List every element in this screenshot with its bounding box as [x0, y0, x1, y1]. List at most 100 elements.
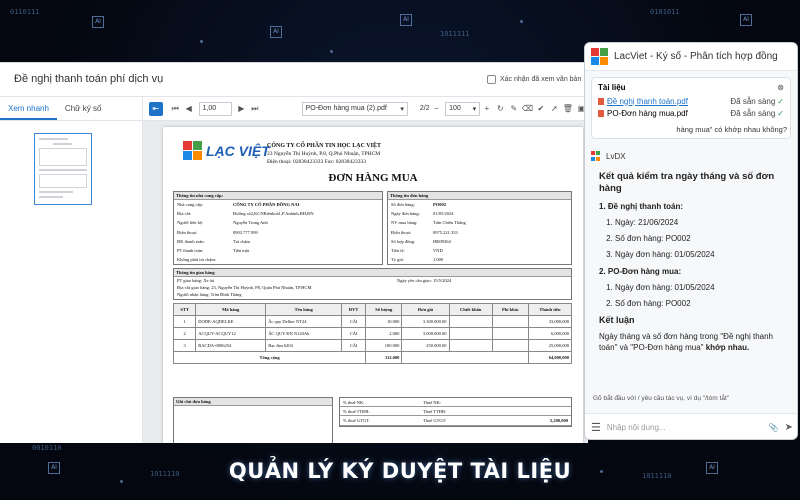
delete-icon[interactable]: 🗑 — [561, 102, 575, 116]
table-cell: CÁI — [341, 339, 367, 352]
delivery-date: Ngày yêu cầu giao: 15/5/2024 — [397, 278, 452, 283]
table-header-cell: Số lượng — [365, 303, 403, 316]
info-row: Số đơn hàng: PO002 — [388, 200, 571, 209]
last-page-icon[interactable]: ⏭ — [248, 102, 262, 116]
section2-title: 2. PO-Đơn hàng mua: — [599, 267, 682, 276]
table-cell: 3.000.000.00 — [401, 327, 450, 340]
table-cell: 1 — [172, 315, 197, 328]
tax-row: % thuế TTĐB: Thuế TTĐB: — [340, 407, 571, 417]
file-select[interactable]: PO-Đơn hàng mua (2).pdf ▾ — [301, 101, 408, 116]
info-value: VND — [433, 248, 443, 254]
company-name: CÔNG TY CỔ PHẦN TIN HỌC LẠC VIỆT — [267, 143, 381, 149]
table-row: 2 ACQUY-ACQUY12 ẮC QUY ĐN N120Ah CÁI 2.000 3.… — [172, 327, 573, 340]
author-name: LvDX — [606, 151, 626, 161]
notes-header: Ghi chú đơn hàng — [174, 398, 332, 406]
info-row: Số hợp đồng: HĐ09364 — [388, 237, 571, 246]
page-thumbnail[interactable] — [34, 133, 92, 205]
chat-input[interactable]: Nhập nội dung... — [607, 423, 763, 432]
next-page-icon[interactable]: ▶ — [235, 102, 249, 116]
table-cell: 10.000 — [365, 315, 403, 328]
confirm-viewed-checkbox[interactable]: Xác nhận đã xem văn bản — [487, 75, 581, 84]
info-row: Điện thoại: 0903.777.999 — [174, 228, 382, 237]
pen-icon[interactable]: ✎ — [507, 102, 521, 116]
input-hint: Gõ bắt đầu với / yêu cầu tác vụ, ví dụ "… — [593, 395, 730, 402]
conclusion-verdict: khớp nhau. — [705, 343, 750, 352]
document-item[interactable]: Đề nghị thanh toán.pdf Đã sẵn sàng ✓ — [598, 95, 784, 107]
total-qty: 112.000 — [365, 351, 403, 364]
collapse-sidebar-icon[interactable]: ⇤ — [149, 101, 163, 116]
answer-list-item: Ngày đơn hàng: 01/05/2024 — [615, 282, 789, 293]
chevron-down-icon: ▾ — [472, 105, 477, 113]
info-row: Người liên hệ: Nguyễn Trung Anh — [174, 218, 382, 227]
info-key: Điện thoại: — [177, 229, 198, 235]
table-header-cell: Mã hàng — [195, 303, 267, 316]
node-decoration — [520, 20, 523, 23]
tax-label: Thuế GTGT: — [423, 417, 447, 423]
table-cell: ẮC QUY ĐN N120Ah — [265, 327, 343, 340]
menu-icon[interactable]: ☰ — [591, 421, 601, 434]
tab-digital-signature[interactable]: Chữ ký số — [57, 97, 109, 120]
info-row: Ngày đơn hàng: 01/05/2024 — [388, 209, 571, 218]
document-name[interactable]: Đề nghị thanh toán.pdf — [607, 97, 688, 106]
attach-icon[interactable]: 📎 — [769, 423, 779, 432]
info-row: ĐK thanh toán: Trả chậm — [174, 237, 382, 246]
info-value: HĐ09364 — [433, 238, 451, 244]
window-title-bar: Đề nghị thanh toán phí dịch vụ Xác nhận … — [0, 63, 588, 97]
answer-list-item: Số đơn hàng: PO002 — [615, 233, 789, 244]
answer-list-item: Ngày: 21/06/2024 — [615, 217, 789, 228]
supplier-header: Thông tin nhà cung cấp: — [174, 192, 382, 200]
user-question-tail: hàng mua" có khớp nhau không? — [676, 125, 787, 134]
info-value: 0903.777.999 — [233, 229, 258, 235]
zoom-value: 100 — [449, 105, 461, 112]
close-icon[interactable]: ⊗ — [777, 83, 784, 95]
supplier-rows: Nhà cung cấp: CÔNG TY CỔ PHẦN ĐỒNG NAI Địa… — [174, 200, 382, 264]
table-cell — [448, 315, 493, 328]
checkbox-box[interactable] — [487, 75, 496, 84]
supplier-info-box: Thông tin nhà cung cấp: Nhà cung cấp: CÔN… — [173, 191, 383, 265]
tax-value: 5,200,000 — [550, 417, 568, 423]
logo-text: LẠC VIỆT — [206, 142, 270, 159]
company-phone: Điện thoại: 02838423333 Fax: 02838423333 — [267, 159, 366, 165]
page-number-input[interactable]: 1,00 — [198, 101, 232, 116]
ai-chip-icon: AI — [92, 16, 104, 28]
binary-decoration: 0110111 — [10, 8, 40, 16]
document-item[interactable]: PO-Đơn hàng mua.pdf Đã sẵn sàng ✓ — [598, 107, 784, 119]
table-cell: 3.300.000.00 — [401, 315, 450, 328]
ai-chip-icon: AI — [740, 14, 752, 26]
document-name[interactable]: PO-Đơn hàng mua.pdf — [607, 109, 688, 118]
tax-row: % thuế NK: Thuế NK: — [340, 398, 571, 408]
pdf-page: LẠC VIỆT CÔNG TY CỔ PHẦN TIN HỌC LẠC VIỆ… — [163, 127, 583, 443]
info-value: PO002 — [433, 202, 446, 208]
first-page-icon[interactable]: ⏮ — [169, 102, 183, 116]
cursor-icon[interactable]: ➚ — [548, 102, 562, 116]
info-key: ĐK thanh toán: — [177, 238, 205, 244]
table-cell: 25,000,000 — [527, 339, 573, 352]
info-row: PT thanh toán: Tiền mặt — [174, 246, 382, 255]
eraser-icon[interactable]: ⌫ — [521, 102, 535, 116]
table-cell: 2.000 — [365, 327, 403, 340]
table-header-cell: Phí khác — [491, 303, 529, 316]
table-cell: 6,000,000 — [527, 327, 573, 340]
send-icon[interactable]: ➤ — [785, 422, 793, 433]
ai-assistant-panel: LacViet - Ký số - Phân tích hợp đồng Tài… — [584, 42, 798, 440]
node-decoration — [200, 40, 203, 43]
rotate-icon[interactable]: ↻ — [494, 102, 508, 116]
zoom-select[interactable]: 100 ▾ — [445, 101, 481, 116]
ai-panel-header: LacViet - Ký số - Phân tích hợp đồng — [585, 43, 797, 71]
zoom-in-icon[interactable]: + — [480, 102, 494, 116]
document-status: Đã sẵn sàng — [730, 96, 776, 106]
previous-page-icon[interactable]: ◀ — [182, 102, 196, 116]
binary-decoration: 0101011 — [650, 8, 680, 16]
table-cell — [448, 339, 493, 352]
document-title: ĐƠN HÀNG MUA — [328, 172, 418, 184]
section1-title: 1. Đề nghị thanh toán: — [599, 202, 683, 211]
ai-panel-title: LacViet - Ký số - Phân tích hợp đồng — [614, 51, 778, 62]
info-row: Tiền tệ: VND — [388, 246, 571, 255]
zoom-out-icon[interactable]: − — [430, 102, 444, 116]
document-window: Đề nghị thanh toán phí dịch vụ Xác nhận … — [0, 62, 588, 443]
document-viewer: LẠC VIỆT CÔNG TY CỔ PHẦN TIN HỌC LẠC VIỆ… — [143, 121, 588, 443]
check-icon[interactable]: ✔ — [534, 102, 548, 116]
assistant-avatar-icon — [591, 151, 601, 161]
tab-quick-view[interactable]: Xem nhanh — [0, 97, 57, 120]
info-key: Điện thoại: — [391, 229, 412, 235]
